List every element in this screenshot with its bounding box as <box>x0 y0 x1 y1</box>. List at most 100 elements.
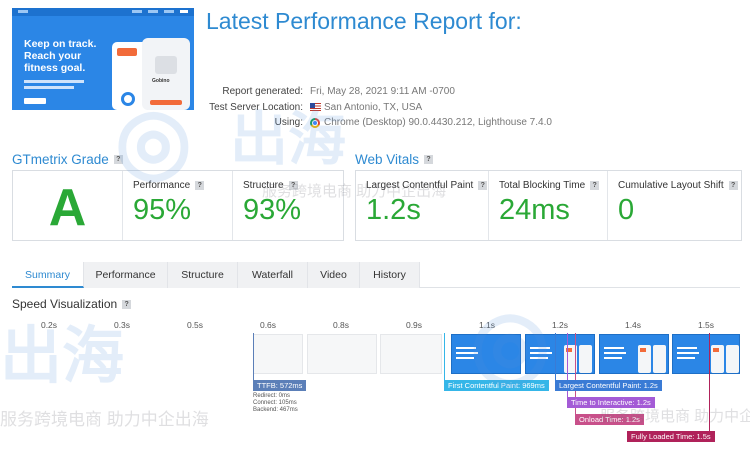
cls-cell: Cumulative Layout Shift ? 0 <box>608 171 741 240</box>
screenshot-phone: Gobino <box>142 38 190 110</box>
fcp-marker-line <box>444 333 445 383</box>
site-screenshot: Keep on track. Reach your fitness goal. … <box>12 8 194 110</box>
watermark-text: 服务跨境电商 助力中企出海 <box>0 410 209 429</box>
flag-us-icon <box>310 103 321 112</box>
using-label: Using: <box>274 117 303 128</box>
tbt-cell: Total Blocking Time ? 24ms <box>489 171 608 240</box>
ttfb-backend: Backend: 467ms <box>253 407 298 413</box>
performance-value: 95% <box>133 194 192 226</box>
tbt-label: Total Blocking Time <box>499 180 586 191</box>
cls-label-row: Cumulative Layout Shift ? <box>618 180 738 191</box>
tab-summary[interactable]: Summary <box>12 262 84 288</box>
tab-structure[interactable]: Structure <box>168 262 238 288</box>
ttfb-marker[interactable]: TTFB: 572ms <box>253 380 307 391</box>
gtmetrix-grade-title: GTmetrix Grade <box>12 152 109 167</box>
filmstrip-frame-blank <box>253 334 303 374</box>
filmstrip-frame[interactable] <box>451 334 521 374</box>
ttfb-redirect: Redirect: 0ms <box>253 393 291 399</box>
report-generated-value: Fri, May 28, 2021 9:11 AM -0700 <box>310 86 455 97</box>
onload-marker[interactable]: Onload Time: 1.2s <box>575 414 644 425</box>
filmstrip-frame-blank <box>380 334 442 374</box>
tbt-value: 24ms <box>499 194 570 226</box>
speed-visualization-section: Speed Visualization ? <box>12 297 132 311</box>
performance-cell: Performance ? 95% <box>123 171 233 240</box>
timeline-ticks: 0.2s 0.3s 0.5s 0.6s 0.8s 0.9s 1.1s 1.2s … <box>0 320 750 332</box>
fully-loaded-marker-line <box>709 333 710 436</box>
ttfb-connect: Connect: 105ms <box>253 400 297 406</box>
ttfb-details: Redirect: 0ms Connect: 105ms Backend: 46… <box>253 393 298 414</box>
gtmetrix-grade-box: A Performance ? 95% Structure ? 93% <box>12 170 344 241</box>
cls-value: 0 <box>618 194 635 226</box>
structure-label: Structure <box>243 180 284 191</box>
filmstrip-frame[interactable] <box>599 334 669 374</box>
chrome-icon <box>310 117 320 128</box>
grade-letter: A <box>48 179 87 237</box>
timeline-tick: 0.6s <box>259 320 277 330</box>
filmstrip-frame[interactable] <box>672 334 740 374</box>
timeline-tick: 0.9s <box>405 320 423 330</box>
help-icon[interactable]: ? <box>590 181 600 190</box>
help-icon[interactable]: ? <box>478 181 488 190</box>
performance-label: Performance <box>133 180 191 191</box>
screenshot-product-name: Gobino <box>152 78 170 84</box>
help-icon[interactable]: ? <box>728 181 738 190</box>
report-meta-values: Fri, May 28, 2021 9:11 AM -0700 San Anto… <box>310 84 552 131</box>
gtmetrix-grade-section: GTmetrix Grade ? <box>12 152 123 167</box>
screenshot-headline: Keep on track. Reach your fitness goal. <box>24 38 97 74</box>
filmstrip-frame[interactable] <box>525 334 595 374</box>
lcp-value: 1.2s <box>366 194 421 226</box>
test-server-value: San Antonio, TX, USA <box>324 101 423 113</box>
using-row: Chrome (Desktop) 90.0.4430.212, Lighthou… <box>310 115 552 131</box>
report-title: Latest Performance Report for: <box>206 8 522 34</box>
timeline-tick: 0.3s <box>113 320 131 330</box>
screenshot-subtext <box>24 80 84 83</box>
help-icon[interactable]: ? <box>288 181 298 190</box>
filmstrip-frame-blank <box>307 334 377 374</box>
using-value: Chrome (Desktop) 90.0.4430.212, Lighthou… <box>324 117 552 128</box>
tab-waterfall[interactable]: Waterfall <box>238 262 308 288</box>
tab-history[interactable]: History <box>360 262 420 288</box>
tab-video[interactable]: Video <box>308 262 360 288</box>
test-server-row: San Antonio, TX, USA <box>310 100 552 116</box>
tti-marker[interactable]: Time to Interactive: 1.2s <box>567 397 655 408</box>
fcp-marker[interactable]: First Contentful Paint: 969ms <box>444 380 549 391</box>
timeline-tick: 1.1s <box>478 320 496 330</box>
web-vitals-box: Largest Contentful Paint ? 1.2s Total Bl… <box>355 170 742 241</box>
tti-marker-line <box>567 333 568 403</box>
report-generated-label: Report generated: <box>222 86 303 97</box>
help-icon[interactable]: ? <box>113 155 123 164</box>
watermark-logo: 出海 <box>0 322 125 391</box>
lcp-marker-line <box>555 333 556 383</box>
structure-value: 93% <box>243 194 302 226</box>
screenshot-cta <box>24 98 46 104</box>
web-vitals-section: Web Vitals ? <box>355 152 434 167</box>
screenshot-navbar <box>12 8 194 16</box>
lcp-label-row: Largest Contentful Paint ? <box>366 180 488 191</box>
tbt-label-row: Total Blocking Time ? <box>499 180 600 191</box>
screenshot-subtext <box>24 86 74 89</box>
timeline-tick: 0.2s <box>40 320 58 330</box>
test-server-label: Test Server Location: <box>209 101 303 113</box>
fully-loaded-marker[interactable]: Fully Loaded Time: 1.5s <box>627 431 715 442</box>
report-meta-labels: Report generated: Test Server Location: … <box>195 84 303 131</box>
help-icon[interactable]: ? <box>424 155 434 164</box>
cls-label: Cumulative Layout Shift <box>618 180 724 191</box>
timeline-tick: 0.5s <box>186 320 204 330</box>
grade-cell: A <box>13 171 123 240</box>
timeline-tick: 1.2s <box>551 320 569 330</box>
timeline-tick: 0.8s <box>332 320 350 330</box>
lcp-marker[interactable]: Largest Contentful Paint: 1.2s <box>555 380 662 391</box>
structure-label-row: Structure ? <box>243 180 298 191</box>
web-vitals-title: Web Vitals <box>355 152 420 167</box>
performance-label-row: Performance ? <box>133 180 205 191</box>
help-icon[interactable]: ? <box>195 181 205 190</box>
speed-visualization-title: Speed Visualization <box>12 297 118 311</box>
lcp-cell: Largest Contentful Paint ? 1.2s <box>356 171 489 240</box>
help-icon[interactable]: ? <box>122 299 132 309</box>
structure-cell: Structure ? 93% <box>233 171 343 240</box>
timeline-tick: 1.5s <box>697 320 715 330</box>
tab-performance[interactable]: Performance <box>84 262 168 288</box>
ttfb-marker-line <box>253 333 254 383</box>
report-tabs: Summary Performance Structure Waterfall … <box>12 262 740 288</box>
lcp-label: Largest Contentful Paint <box>366 180 474 191</box>
